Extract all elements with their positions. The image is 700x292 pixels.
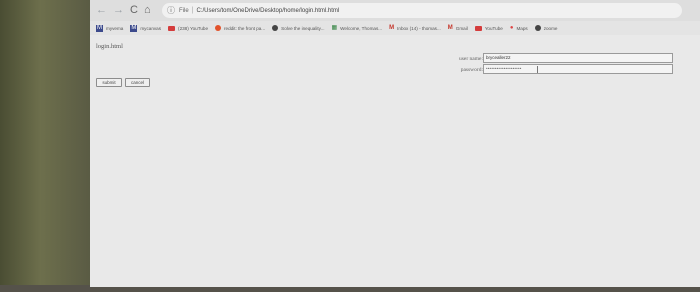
url-text[interactable]: C:/Users/tom/OneDrive/Desktop/home/login… xyxy=(197,8,340,14)
youtube-icon xyxy=(168,25,176,31)
bookmark-label: mycanvas xyxy=(140,25,162,31)
bookmark-label: Maps xyxy=(516,25,528,31)
circle-icon xyxy=(534,25,541,31)
bookmark-label: YouTube xyxy=(484,25,503,31)
bookmark-youtube-238[interactable]: (238) YouTube xyxy=(168,25,209,31)
bookmark-label: Inbox (14) - thomas... xyxy=(397,25,441,31)
bookmark-label: Welcome, Thomas... xyxy=(340,25,383,31)
bookmark-youtube[interactable]: YouTube xyxy=(474,25,503,31)
bookmark-mycanvas[interactable]: M mycanvas xyxy=(130,24,162,32)
bookmark-label: zoome xyxy=(543,25,558,31)
back-arrow-icon[interactable]: ← xyxy=(96,5,107,16)
bookmark-zoome[interactable]: zoome xyxy=(534,25,558,31)
bookmark-label: reddit: the front pa... xyxy=(224,25,266,31)
youtube-icon xyxy=(474,25,482,31)
cancel-button[interactable]: cancel xyxy=(125,78,150,87)
password-input[interactable]: •••••••••••••••••••• xyxy=(483,64,673,74)
bookmark-inbox[interactable]: M Inbox (14) - thomas... xyxy=(389,25,441,31)
address-bar[interactable]: ⓘ File | C:/Users/tom/OneDrive/Desktop/h… xyxy=(162,3,682,18)
monitor-bezel-left xyxy=(0,0,90,292)
submit-button[interactable]: submit xyxy=(96,78,122,87)
info-icon[interactable]: ⓘ xyxy=(167,5,175,16)
bookmark-solve-inequality[interactable]: Solve the inequality... xyxy=(272,25,324,31)
bookmark-label: Solve the inequality... xyxy=(281,25,325,31)
page-title: login.html xyxy=(96,43,123,50)
username-label: user name: xyxy=(459,56,483,62)
bookmark-welcome-thomas[interactable]: ▦ Welcome, Thomas... xyxy=(331,25,382,31)
circle-icon xyxy=(272,25,279,31)
bookmark-maps[interactable]: ● Maps xyxy=(510,25,528,31)
bookmark-myvema[interactable]: M myvema xyxy=(96,24,124,32)
text-caret xyxy=(537,66,538,73)
bookmarks-bar: M myvema M mycanvas (238) YouTube reddit… xyxy=(90,21,700,35)
square-icon: M xyxy=(130,24,138,32)
username-input[interactable]: brycealler22 xyxy=(483,53,673,63)
square-icon: M xyxy=(96,24,103,32)
browser-toolbar: ← → C ⌂ ⓘ File | C:/Users/tom/OneDrive/D… xyxy=(90,0,700,21)
reddit-icon xyxy=(215,25,222,31)
bookmark-label: myvema xyxy=(106,25,124,31)
gmail-icon: M xyxy=(447,25,453,31)
browser-window: ← → C ⌂ ⓘ File | C:/Users/tom/OneDrive/D… xyxy=(90,0,700,287)
home-icon[interactable]: ⌂ xyxy=(144,5,151,16)
grid-icon: ▦ xyxy=(331,25,338,31)
maps-icon: ● xyxy=(509,25,514,31)
url-scheme: File xyxy=(179,7,189,14)
reload-icon[interactable]: C xyxy=(130,5,138,16)
bookmark-gmail[interactable]: M Gmail xyxy=(448,25,468,31)
bookmark-reddit[interactable]: reddit: the front pa... xyxy=(215,25,265,31)
page-content: login.html user name: brycealler22 passw… xyxy=(90,35,700,287)
gmail-icon: M xyxy=(389,25,395,31)
bookmark-label: Gmail xyxy=(455,25,468,31)
url-separator: | xyxy=(191,7,194,14)
bookmark-label: (238) YouTube xyxy=(178,25,209,31)
password-label: password: xyxy=(460,67,483,73)
forward-arrow-icon[interactable]: → xyxy=(113,5,124,16)
